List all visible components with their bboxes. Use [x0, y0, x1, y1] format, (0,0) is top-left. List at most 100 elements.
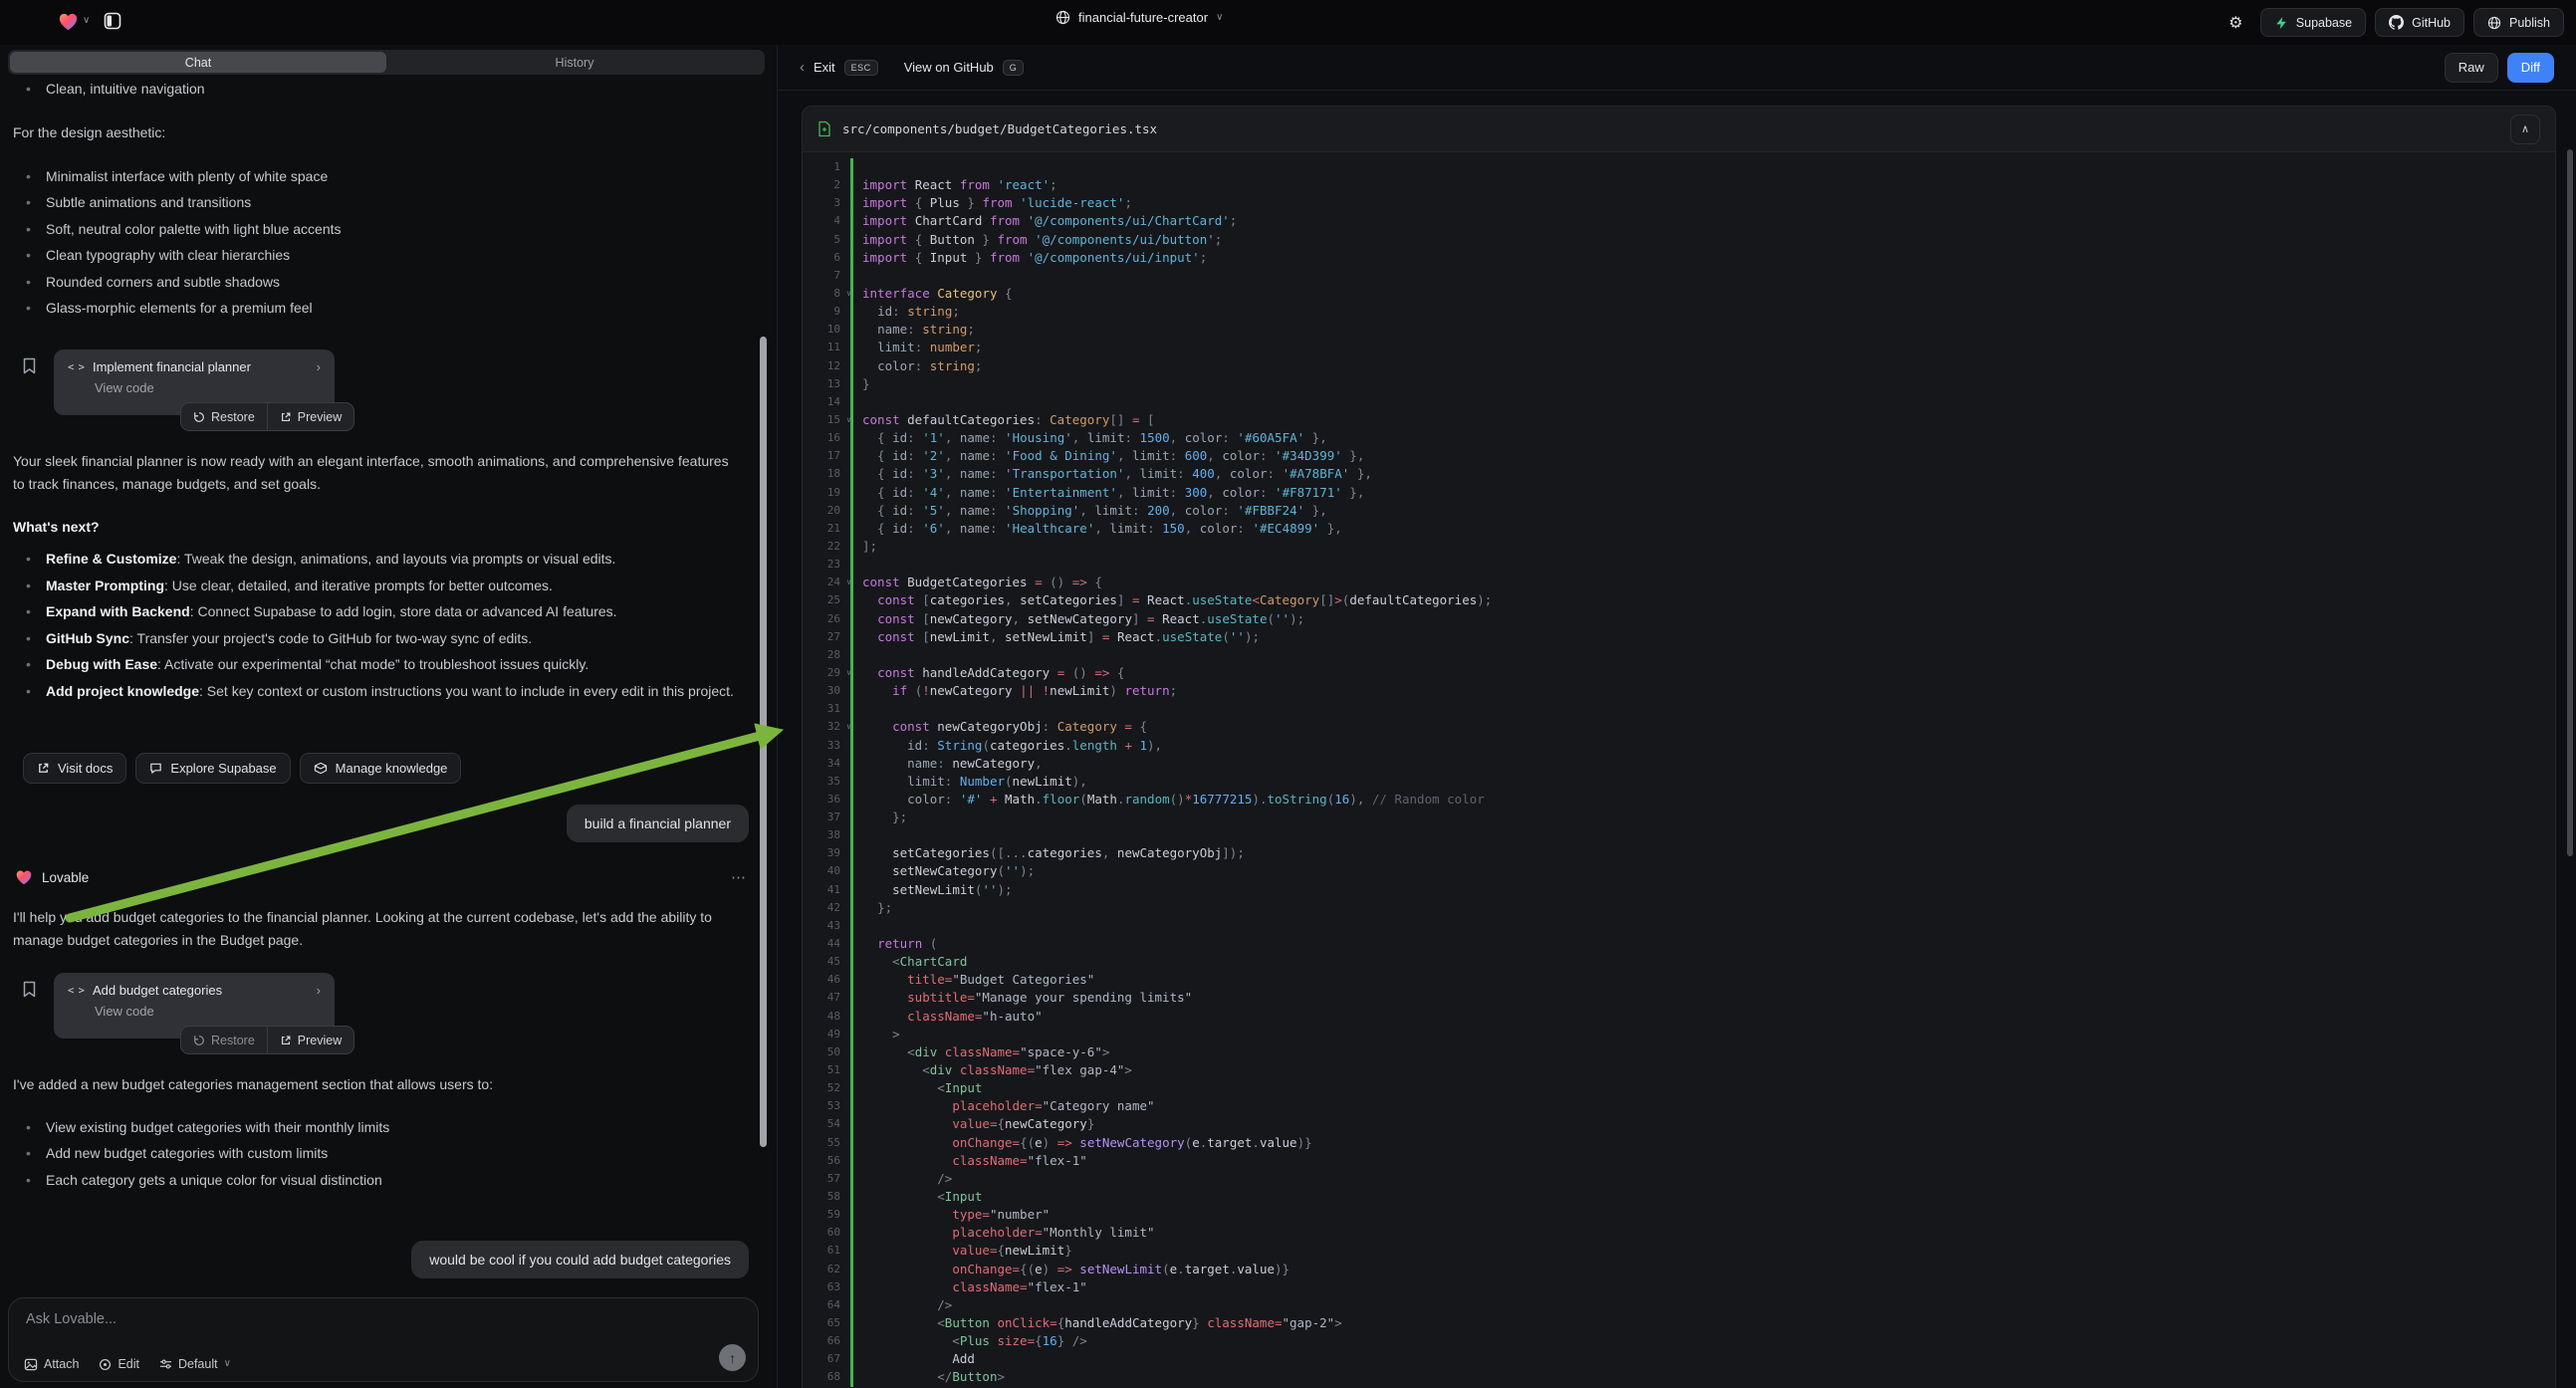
code-line: 22]; [811, 538, 2555, 556]
manage-knowledge-button[interactable]: Manage knowledge [300, 753, 462, 784]
view-code-link[interactable]: View code [95, 380, 321, 395]
collapse-file-button[interactable]: ∧ [2510, 115, 2540, 144]
tab-chat[interactable]: Chat [10, 52, 386, 73]
list-item: Debug with Ease: Activate our experiment… [13, 653, 750, 676]
gear-icon: ⚙ [2228, 13, 2242, 33]
file-header[interactable]: src/components/budget/BudgetCategories.t… [803, 107, 2555, 152]
line-number: 37 [811, 809, 840, 826]
list-item: Clean typography with clear hierarchies [13, 242, 750, 268]
restore-button[interactable]: Restore [181, 403, 267, 430]
version-card-title: Add budget categories [93, 983, 222, 998]
raw-toggle-button[interactable]: Raw [2445, 53, 2498, 83]
chat-bubble-icon [149, 762, 162, 775]
line-number: 13 [811, 375, 840, 393]
code-line: 38 [811, 826, 2555, 844]
chat-input-placeholder: Ask Lovable... [26, 1311, 117, 1327]
view-on-github-button[interactable]: View on GitHub G [904, 60, 1025, 76]
line-number: 40 [811, 862, 840, 880]
code-line: 11 limit: number; [811, 339, 2555, 356]
line-number: 4 [811, 212, 840, 230]
diff-toggle-button[interactable]: Diff [2507, 53, 2554, 83]
code-line: 50 <div className="space-y-6"> [811, 1043, 2555, 1061]
line-number: 63 [811, 1278, 840, 1296]
file-diff-card: src/components/budget/BudgetCategories.t… [802, 106, 2556, 1388]
line-number: 27 [811, 628, 840, 646]
code-line: 16 { id: '1', name: 'Housing', limit: 15… [811, 429, 2555, 447]
github-button[interactable]: GitHub [2375, 8, 2464, 37]
assistant-name: Lovable [42, 870, 89, 885]
line-number: 59 [811, 1206, 840, 1224]
model-selector[interactable]: Default ∨ [159, 1357, 231, 1371]
code-line: 68 </Button> [811, 1368, 2555, 1386]
publish-button[interactable]: Publish [2473, 8, 2564, 37]
line-number: 32∨ [811, 718, 840, 736]
fold-chevron-icon[interactable]: ∨ [846, 411, 851, 429]
fold-chevron-icon[interactable]: ∨ [846, 574, 851, 591]
code-line: 5import { Button } from '@/components/ui… [811, 231, 2555, 249]
code-line: 43 [811, 917, 2555, 935]
chevron-down-icon: ∨ [83, 16, 90, 26]
line-number: 61 [811, 1242, 840, 1260]
lovable-logo-menu[interactable]: ∨ [58, 12, 90, 31]
line-number: 60 [811, 1224, 840, 1242]
code-line: 58 <Input [811, 1188, 2555, 1206]
code-line: 61 value={newLimit} [811, 1242, 2555, 1260]
code-line: 29∨ const handleAddCategory = () => { [811, 664, 2555, 682]
exit-button[interactable]: ‹ Exit ESC [800, 60, 878, 76]
line-number: 25 [811, 591, 840, 609]
explore-supabase-button[interactable]: Explore Supabase [135, 753, 290, 784]
restore-preview-pill: Restore Preview [180, 402, 354, 431]
list-item: Minimalist interface with plenty of whit… [13, 163, 750, 189]
code-line: 12 color: string; [811, 357, 2555, 375]
line-number: 30 [811, 682, 840, 700]
code-line: 20 { id: '5', name: 'Shopping', limit: 2… [811, 502, 2555, 520]
line-number: 11 [811, 339, 840, 356]
settings-button[interactable]: ⚙ [2221, 8, 2251, 37]
code-line: 39 setCategories([...categories, newCate… [811, 844, 2555, 862]
code-line: 65 <Button onClick={handleAddCategory} c… [811, 1314, 2555, 1332]
lovable-heart-icon [58, 12, 79, 31]
sidebar-toggle-button[interactable] [100, 8, 125, 34]
preview-button[interactable]: Preview [268, 403, 353, 430]
image-icon [24, 1358, 38, 1371]
code-line: 51 <div className="flex gap-4"> [811, 1061, 2555, 1079]
supabase-bolt-icon [2274, 16, 2288, 30]
code-line: 32∨ const newCategoryObj: Category = { [811, 718, 2555, 736]
chat-scrollbar[interactable] [760, 337, 767, 1147]
attach-button[interactable]: Attach [24, 1357, 79, 1371]
view-code-link[interactable]: View code [95, 1004, 321, 1019]
line-number: 23 [811, 556, 840, 574]
lovable-heart-icon [15, 869, 33, 885]
code-line: 47 subtitle="Manage your spending limits… [811, 989, 2555, 1007]
edit-mode-button[interactable]: Edit [99, 1357, 139, 1371]
fold-chevron-icon[interactable]: ∨ [846, 664, 851, 682]
supabase-button[interactable]: Supabase [2260, 8, 2366, 37]
visit-docs-button[interactable]: Visit docs [23, 753, 126, 784]
code-line: 7 [811, 267, 2555, 285]
fold-chevron-icon[interactable]: ∨ [846, 718, 851, 736]
more-options-icon[interactable]: ⋯ [731, 868, 747, 886]
globe-icon [1055, 10, 1070, 25]
project-switcher[interactable]: financial-future-creator ∨ [1055, 10, 1223, 25]
code-scrollbar[interactable] [2567, 149, 2573, 856]
restore-button[interactable]: Restore [181, 1027, 267, 1053]
code-line: 67 Add [811, 1350, 2555, 1368]
tab-history[interactable]: History [386, 52, 763, 73]
line-number: 24∨ [811, 574, 840, 591]
line-number: 34 [811, 755, 840, 773]
code-line: 8∨interface Category { [811, 285, 2555, 303]
user-message-bubble: would be cool if you could add budget ca… [411, 1241, 749, 1278]
bookmark-icon[interactable] [22, 980, 38, 1000]
top-bar: ∨ financial-future-creator ∨ ⚙ [0, 0, 2576, 45]
fold-chevron-icon[interactable]: ∨ [846, 285, 851, 303]
bookmark-icon[interactable] [22, 356, 38, 376]
send-button[interactable]: ↑ [719, 1344, 746, 1371]
preview-button[interactable]: Preview [268, 1027, 353, 1053]
line-number: 17 [811, 447, 840, 465]
line-number: 9 [811, 303, 840, 321]
line-number: 58 [811, 1188, 840, 1206]
list-item: Rounded corners and subtle shadows [13, 269, 750, 295]
chat-input-box[interactable]: Ask Lovable... Attach Edit Default ∨ ↑ [8, 1297, 759, 1382]
code-line: 66 <Plus size={16} /> [811, 1332, 2555, 1350]
line-number: 18 [811, 465, 840, 483]
